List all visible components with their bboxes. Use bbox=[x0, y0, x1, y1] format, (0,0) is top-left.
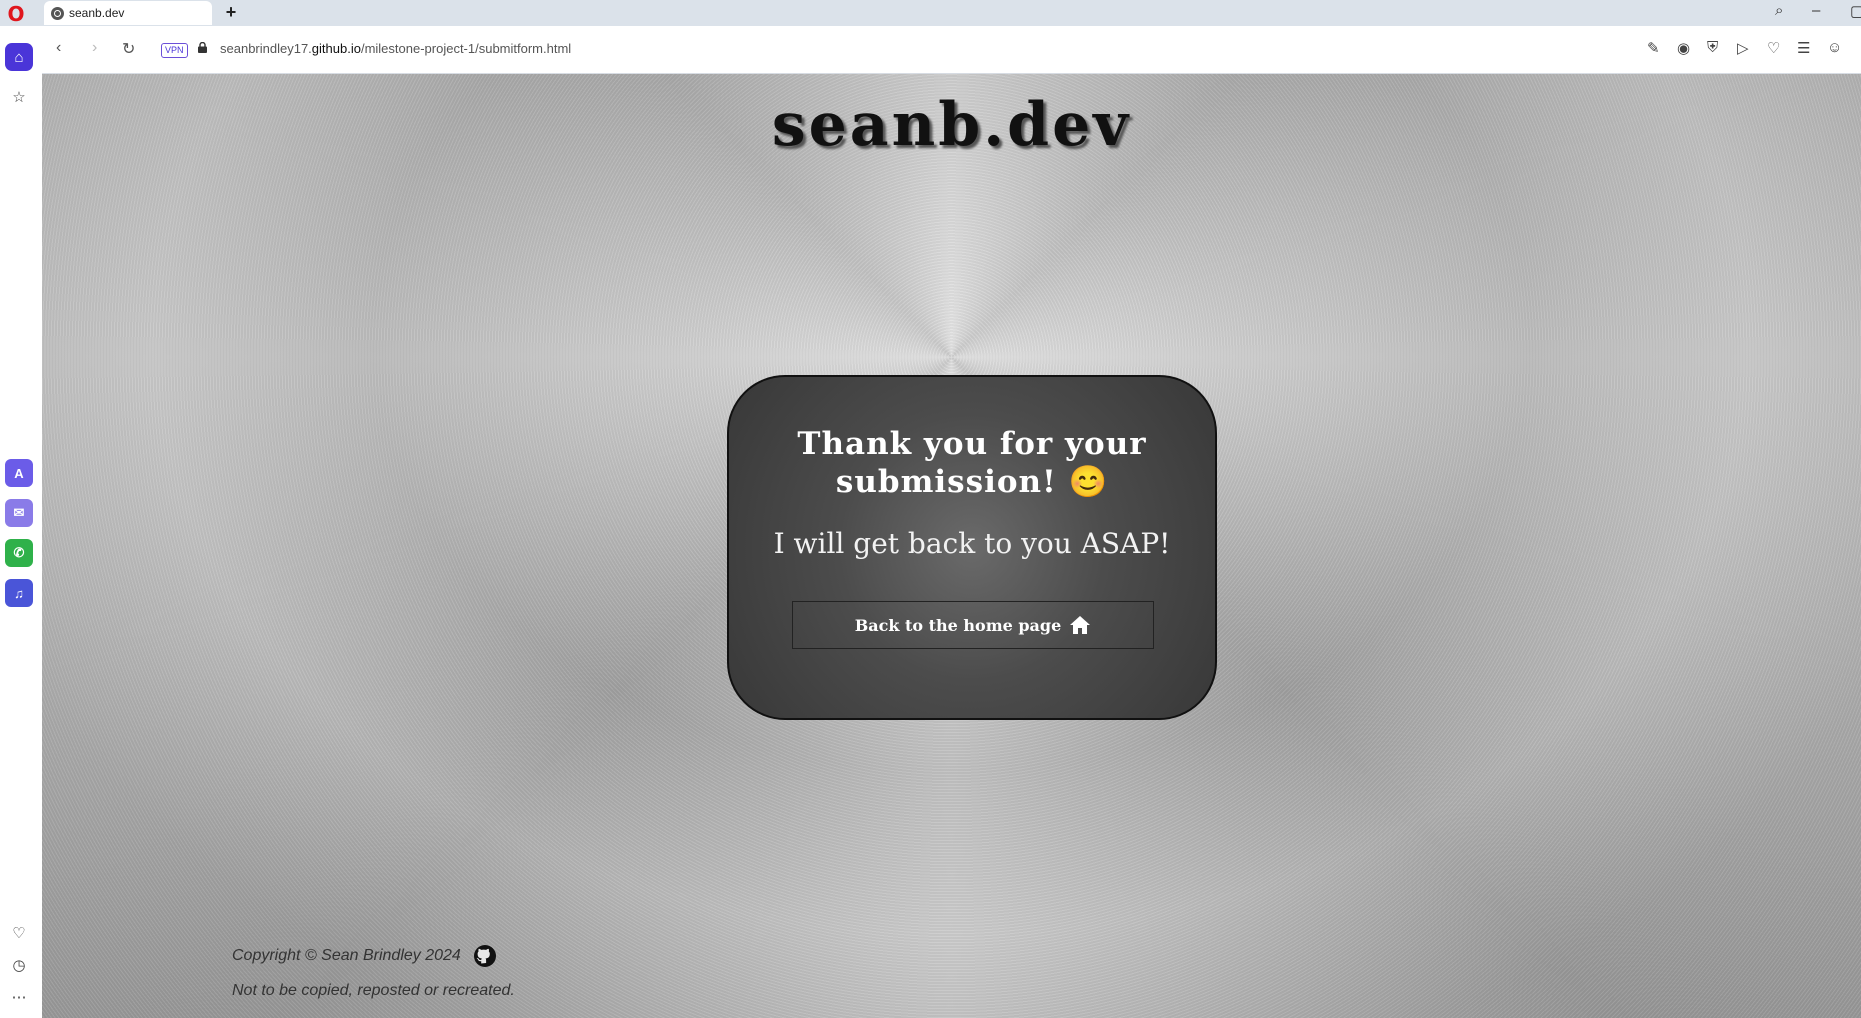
tab-strip: O seanb.dev + ⌕ – ▢ bbox=[0, 0, 1861, 26]
url-path: /milestone-project-1/submitform.html bbox=[360, 41, 572, 56]
browser-sidebar: ⌂ ☆ A ✉ ✆ ♫ ♡ ◷ ⋯ bbox=[0, 26, 43, 1018]
history-icon[interactable]: ◷ bbox=[5, 951, 33, 979]
address-toolbar: ‹ › ↻ VPN seanbrindley17.github.io/miles… bbox=[42, 26, 1861, 74]
confirmation-message: I will get back to you ASAP! bbox=[773, 527, 1171, 560]
heading-line-2: submission! 😊 bbox=[835, 464, 1109, 500]
shield-icon[interactable]: ⛨ bbox=[1707, 39, 1718, 56]
opera-logo-icon[interactable]: O bbox=[4, 2, 28, 26]
more-icon[interactable]: ⋯ bbox=[5, 983, 33, 1011]
home-button-label: Back to the home page bbox=[854, 615, 1062, 635]
aria-icon[interactable]: A bbox=[5, 459, 33, 487]
url-field[interactable]: seanbrindley17.github.io/milestone-proje… bbox=[220, 41, 571, 56]
copy-notice: Not to be copied, reposted or recreated. bbox=[232, 982, 515, 999]
minimize-icon[interactable]: – bbox=[1812, 2, 1820, 19]
music-player-icon[interactable]: ♫ bbox=[5, 579, 33, 607]
lock-icon[interactable] bbox=[198, 42, 207, 53]
send-icon[interactable]: ▷ bbox=[1737, 39, 1749, 57]
search-tabs-icon[interactable]: ⌕ bbox=[1775, 2, 1783, 19]
back-icon[interactable]: ‹ bbox=[56, 39, 61, 57]
copyright-text: Copyright © Sean Brindley 2024 bbox=[232, 947, 461, 964]
tab-seanb-dev[interactable]: seanb.dev bbox=[44, 1, 212, 25]
favorites-icon[interactable]: ♡ bbox=[1767, 39, 1780, 57]
easy-setup-icon[interactable]: ☰ bbox=[1797, 39, 1810, 57]
url-host: github.io bbox=[311, 41, 361, 56]
heart-icon[interactable]: ♡ bbox=[5, 919, 33, 947]
footer: Copyright © Sean Brindley 2024 Not to be… bbox=[232, 944, 515, 1000]
new-tab-button[interactable]: + bbox=[222, 3, 240, 21]
pinboard-icon[interactable]: ☆ bbox=[5, 83, 33, 111]
house-icon bbox=[1070, 616, 1091, 634]
thank-you-heading: Thank you for your submission! 😊 bbox=[729, 425, 1215, 501]
home-icon[interactable]: ⌂ bbox=[5, 43, 33, 71]
whatsapp-icon[interactable]: ✆ bbox=[5, 539, 33, 567]
page-viewport: seanb.dev Thank you for your submission!… bbox=[42, 74, 1861, 1018]
back-to-home-button[interactable]: Back to the home page bbox=[792, 601, 1154, 649]
vpn-badge[interactable]: VPN bbox=[161, 43, 188, 58]
thank-you-card: Thank you for your submission! 😊 I will … bbox=[727, 375, 1217, 720]
url-prefix: seanbrindley17. bbox=[220, 41, 312, 56]
profile-icon[interactable]: ☺ bbox=[1827, 39, 1842, 56]
edit-icon[interactable]: ✎ bbox=[1647, 39, 1660, 57]
maximize-icon[interactable]: ▢ bbox=[1850, 2, 1861, 20]
github-icon[interactable] bbox=[473, 944, 497, 968]
tab-title: seanb.dev bbox=[69, 6, 125, 20]
heading-line-1: Thank you for your bbox=[797, 426, 1147, 462]
camera-icon[interactable]: ◉ bbox=[1677, 39, 1690, 57]
globe-icon bbox=[51, 6, 64, 20]
messenger-icon[interactable]: ✉ bbox=[5, 499, 33, 527]
reload-icon[interactable]: ↻ bbox=[122, 39, 135, 59]
site-title[interactable]: seanb.dev bbox=[42, 90, 1861, 160]
forward-icon[interactable]: › bbox=[92, 39, 97, 57]
